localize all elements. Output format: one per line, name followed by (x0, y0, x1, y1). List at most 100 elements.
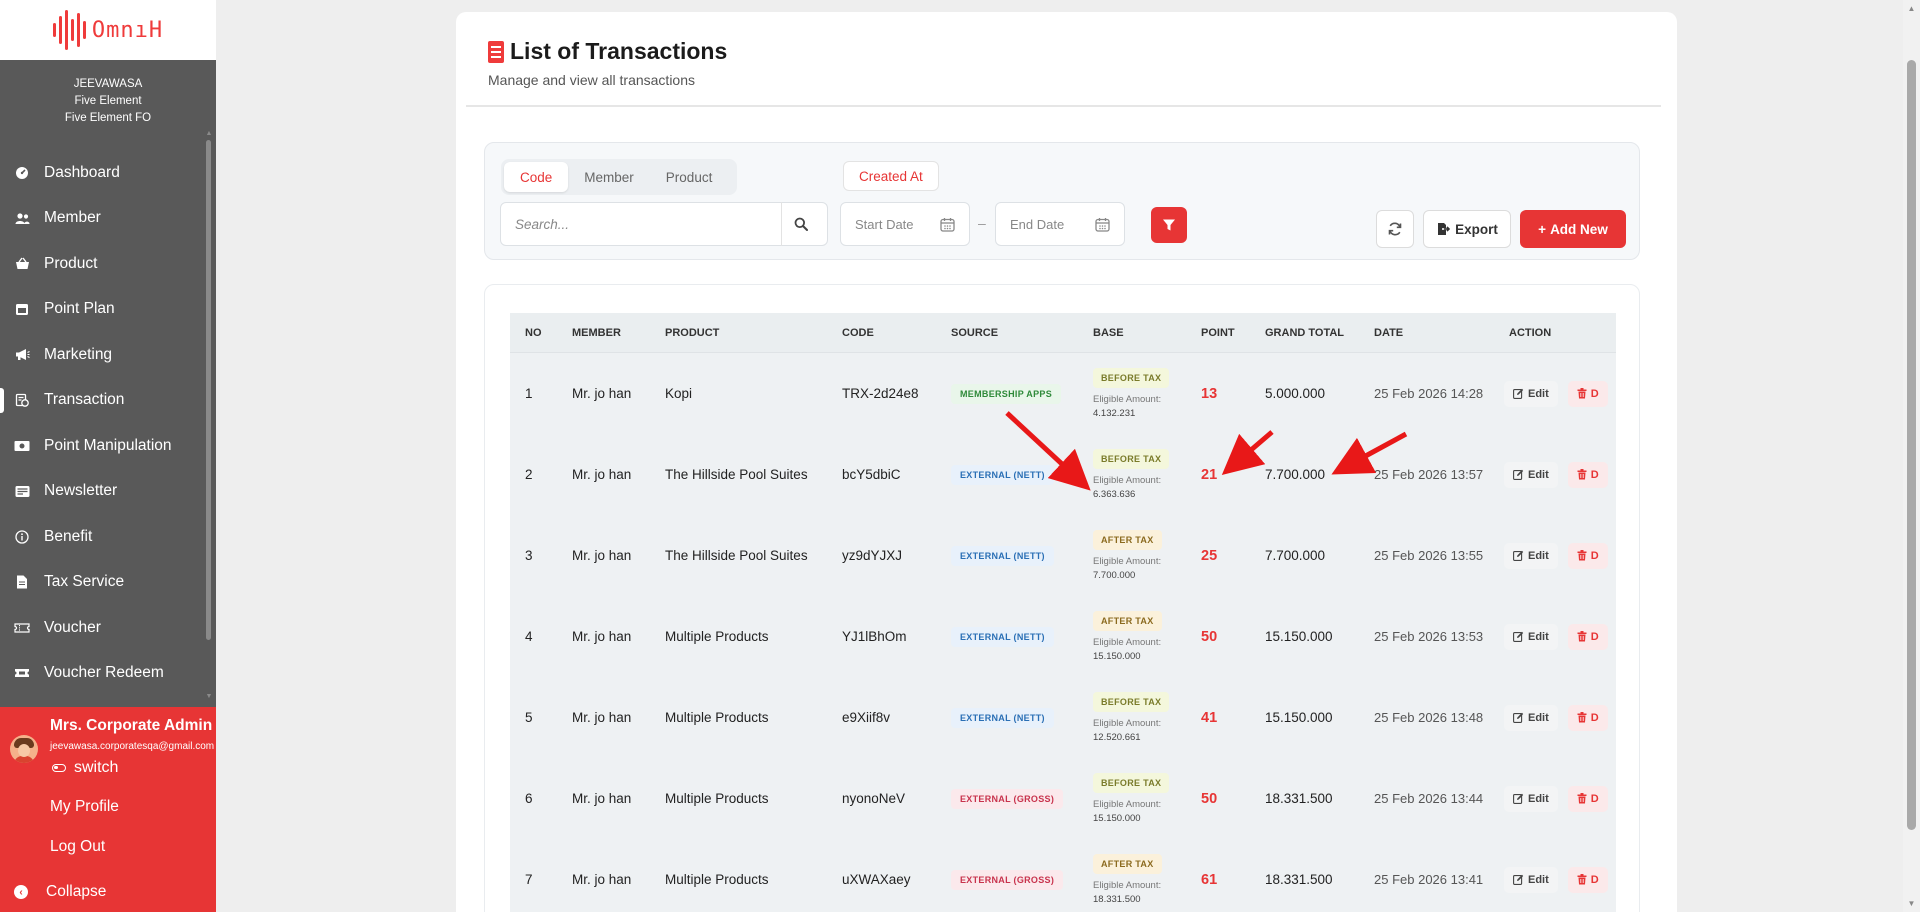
base-cell: AFTER TAX Eligible Amount: 15.150.000 (1078, 611, 1186, 662)
page-scrollbar[interactable]: ▲ ▼ (1903, 0, 1920, 912)
eligible-amount-label: Eligible Amount: (1093, 475, 1162, 486)
avatar[interactable] (10, 735, 38, 763)
table-row[interactable]: 7 Mr. jo han Multiple Products uXWAXaey EXTE… (510, 839, 1616, 912)
delete-button[interactable]: D (1567, 461, 1608, 488)
base-badge: AFTER TAX (1093, 530, 1162, 550)
add-new-button[interactable]: + Add New (1520, 210, 1626, 248)
delete-button[interactable]: D (1567, 866, 1608, 893)
member-name: Mr. jo han (572, 710, 632, 725)
point-value: 50 (1201, 790, 1218, 807)
brand-logo[interactable]: OmnıH (0, 0, 216, 60)
delete-label: D (1590, 630, 1599, 643)
start-date-field[interactable]: Start Date (840, 202, 970, 246)
sidebar-item-newsletter[interactable]: Newsletter (0, 469, 206, 515)
sidebar-scroll-thumb[interactable] (206, 140, 211, 640)
calendar-icon (1095, 217, 1110, 232)
source-cell: EXTERNAL (NETT) (936, 464, 1078, 485)
edit-button[interactable]: Edit (1504, 542, 1558, 569)
delete-button[interactable]: D (1567, 623, 1608, 650)
delete-button[interactable]: D (1567, 542, 1608, 569)
switch-toggle[interactable]: switch (52, 759, 118, 777)
trash-icon (1577, 550, 1587, 561)
search-button[interactable] (782, 217, 820, 231)
trash-icon (1577, 631, 1587, 642)
tab-product[interactable]: Product (650, 162, 729, 192)
org-outlet: Five Element FO (64, 112, 152, 124)
action-cell: Edit D (1494, 704, 1616, 731)
transactions-table-card: NO MEMBER PRODUCT CODE SOURCE BASE POINT GRAND … (484, 284, 1640, 912)
delete-button[interactable]: D (1567, 380, 1608, 407)
edit-label: Edit (1528, 549, 1549, 562)
scroll-down-icon[interactable]: ▼ (205, 693, 213, 700)
edit-button[interactable]: Edit (1504, 704, 1558, 731)
calendar-icon (14, 301, 30, 317)
eligible-amount-label: Eligible Amount: (1093, 799, 1162, 810)
sidebar-item-label: Tax Service (44, 573, 125, 591)
main-card: List of Transactions Manage and view all… (456, 12, 1677, 912)
sidebar-scrollbar[interactable]: ▲ ▼ (205, 130, 213, 700)
row-number: 7 (525, 872, 533, 887)
sidebar-item-member[interactable]: Member (0, 196, 206, 242)
collapse-button[interactable]: ‹ Collapse (14, 883, 106, 901)
transaction-code: bcY5dbiC (842, 467, 901, 482)
collapse-label: Collapse (46, 883, 107, 900)
table-row[interactable]: 6 Mr. jo han Multiple Products nyonoNeV EXTE… (510, 758, 1616, 839)
edit-button[interactable]: Edit (1504, 461, 1558, 488)
table-row[interactable]: 4 Mr. jo han Multiple Products YJ1lBhOm EXTE… (510, 596, 1616, 677)
delete-label: D (1590, 468, 1599, 481)
point-value: 13 (1201, 385, 1218, 402)
sidebar-item-product[interactable]: Product (0, 241, 206, 287)
sidebar-item-point-plan[interactable]: Point Plan (0, 287, 206, 333)
page-scroll-thumb[interactable] (1907, 60, 1916, 830)
base-badge: AFTER TAX (1093, 611, 1162, 631)
edit-button[interactable]: Edit (1504, 866, 1558, 893)
info-icon (14, 529, 30, 545)
scroll-up-icon[interactable]: ▲ (205, 130, 213, 137)
transaction-code: uXWAXaey (842, 872, 911, 887)
scroll-up-icon[interactable]: ▲ (1903, 4, 1920, 13)
grand-total: 18.331.500 (1265, 872, 1333, 887)
transaction-date: 25 Feb 2026 13:55 (1374, 548, 1484, 563)
sidebar-item-voucher[interactable]: Voucher (0, 605, 206, 651)
member-name: Mr. jo han (572, 791, 632, 806)
table-row[interactable]: 5 Mr. jo han Multiple Products e9Xiif8v EXTE… (510, 677, 1616, 758)
table-row[interactable]: 1 Mr. jo han Kopi TRX-2d24e8 MEMBERSHIP APPS… (510, 353, 1616, 434)
sidebar-item-point-manipulation[interactable]: Point Manipulation (0, 423, 206, 469)
sidebar-item-voucher-redeem[interactable]: Voucher Redeem (0, 651, 206, 697)
tab-code[interactable]: Code (504, 162, 569, 192)
logout-link[interactable]: Log Out (50, 838, 105, 856)
search-input[interactable] (501, 216, 781, 232)
sidebar-item-benefit[interactable]: Benefit (0, 514, 206, 560)
point-value: 25 (1201, 547, 1218, 564)
export-button[interactable]: Export (1423, 210, 1511, 248)
sidebar-item-dashboard[interactable]: Dashboard (0, 150, 206, 196)
table-row[interactable]: 3 Mr. jo han The Hillside Pool Suites yz9dY… (510, 515, 1616, 596)
table-row[interactable]: 2 Mr. jo han The Hillside Pool Suites bcY5d… (510, 434, 1616, 515)
end-date-field[interactable]: End Date (995, 202, 1125, 246)
sidebar-item-tax-service[interactable]: Tax Service (0, 560, 206, 606)
grand-total: 7.700.000 (1265, 467, 1326, 482)
delete-button[interactable]: D (1567, 785, 1608, 812)
edit-button[interactable]: Edit (1504, 623, 1558, 650)
transaction-code: e9Xiif8v (842, 710, 891, 725)
sidebar-item-label: Benefit (44, 527, 93, 545)
delete-button[interactable]: D (1567, 704, 1608, 731)
sidebar-item-label: Product (44, 254, 98, 272)
created-at-button[interactable]: Created At (843, 161, 939, 191)
eligible-amount-label: Eligible Amount: (1093, 880, 1162, 891)
users-icon (14, 210, 30, 226)
eligible-amount-label: Eligible Amount: (1093, 556, 1162, 567)
refresh-button[interactable] (1376, 210, 1414, 248)
sidebar-item-marketing[interactable]: Marketing (0, 332, 206, 378)
scroll-down-icon[interactable]: ▼ (1903, 899, 1920, 908)
edit-button[interactable]: Edit (1504, 380, 1558, 407)
tab-member[interactable]: Member (568, 162, 650, 192)
apply-filter-button[interactable] (1151, 207, 1187, 243)
date-cell: 25 Feb 2026 13:53 (1359, 629, 1494, 644)
edit-button[interactable]: Edit (1504, 785, 1558, 812)
my-profile-link[interactable]: My Profile (50, 798, 119, 816)
transaction-date: 25 Feb 2026 13:57 (1374, 467, 1484, 482)
column-header-point: POINT (1201, 326, 1235, 339)
sidebar-item-transaction[interactable]: Transaction (0, 378, 206, 424)
base-cell: BEFORE TAX Eligible Amount: 15.150.000 (1078, 773, 1186, 824)
